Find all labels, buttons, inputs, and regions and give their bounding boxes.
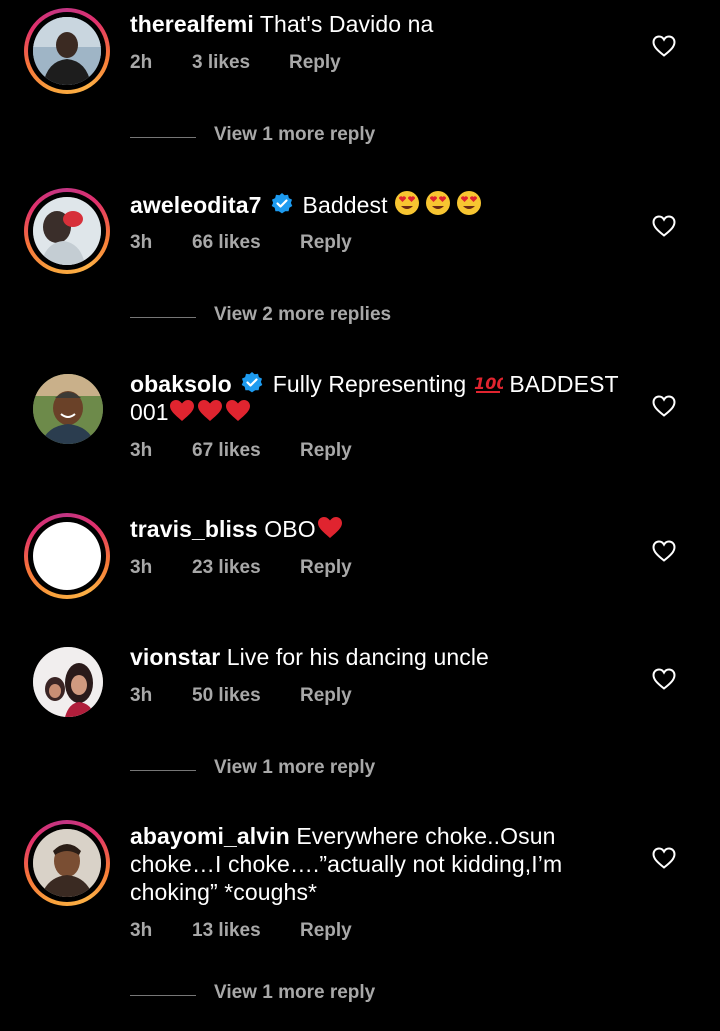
divider — [130, 995, 196, 996]
avatar — [33, 197, 101, 265]
comment-body: Live for his dancing uncle — [226, 644, 489, 670]
story-ring-avatar[interactable] — [24, 820, 110, 906]
username[interactable]: abayomi_alvin — [130, 823, 290, 849]
reply-button[interactable]: Reply — [289, 52, 341, 74]
timestamp: 3h — [130, 232, 153, 253]
timestamp: 3h — [130, 685, 153, 706]
story-ring-avatar[interactable] — [24, 513, 110, 599]
svg-text:100: 100 — [474, 374, 503, 393]
story-ring-avatar[interactable] — [24, 188, 110, 274]
like-heart-icon[interactable] — [652, 847, 676, 869]
comment-body: Baddest — [302, 192, 388, 218]
reply-button[interactable]: Reply — [300, 440, 352, 462]
likes-count[interactable]: 3 likes — [192, 52, 250, 74]
avatar[interactable] — [33, 374, 103, 444]
like-heart-icon[interactable] — [652, 35, 676, 57]
view-more-label: View 1 more reply — [214, 124, 376, 145]
divider — [130, 137, 196, 138]
comment-text-block: aweleodita7 Baddest — [130, 190, 630, 219]
hundred-points-icon: 100 — [474, 374, 503, 393]
timestamp: 3h — [130, 440, 153, 461]
likes-count[interactable]: 66 likes — [192, 232, 261, 254]
timestamp: 2h — [130, 52, 153, 73]
avatar — [33, 829, 101, 897]
avatar — [33, 522, 101, 590]
comment-text-block: travis_bliss OBO — [130, 515, 630, 543]
username[interactable]: vionstar — [130, 644, 220, 670]
username[interactable]: obaksolo — [130, 371, 232, 397]
divider — [130, 770, 196, 771]
like-heart-icon[interactable] — [652, 395, 676, 417]
username[interactable]: therealfemi — [130, 11, 254, 37]
timestamp: 3h — [130, 557, 153, 578]
reply-button[interactable]: Reply — [300, 232, 352, 254]
username[interactable]: travis_bliss — [130, 516, 258, 542]
heart-eyes-emoji-icon — [395, 191, 482, 215]
comment-body-cont: choke…I choke….”actually not kidding,I’m — [130, 851, 563, 877]
comment-body-cont: BADDEST — [509, 371, 619, 397]
like-heart-icon[interactable] — [652, 668, 676, 690]
view-more-replies[interactable]: View 1 more reply — [130, 124, 530, 152]
comment-body: Everywhere choke..Osun — [296, 823, 556, 849]
verified-badge-icon — [241, 372, 263, 393]
like-heart-icon[interactable] — [652, 215, 676, 237]
story-ring-avatar[interactable] — [24, 8, 110, 94]
username[interactable]: aweleodita7 — [130, 192, 262, 218]
comment-text-block: obaksolo Fully Representing 100 BADDEST … — [130, 370, 630, 426]
view-more-label: View 2 more replies — [214, 304, 392, 325]
likes-count[interactable]: 50 likes — [192, 685, 261, 707]
avatar — [33, 17, 101, 85]
timestamp: 3h — [130, 920, 153, 941]
view-more-replies[interactable]: View 1 more reply — [130, 757, 530, 785]
likes-count[interactable]: 23 likes — [192, 557, 261, 579]
divider — [130, 317, 196, 318]
red-heart-icon — [317, 517, 342, 538]
comment-body-cont: 001 — [130, 399, 169, 425]
view-more-label: View 1 more reply — [214, 757, 376, 778]
comment-body: That's Davido na — [259, 11, 434, 37]
comment-text-block: vionstar Live for his dancing uncle — [130, 643, 630, 671]
like-heart-icon[interactable] — [652, 540, 676, 562]
view-more-replies[interactable]: View 2 more replies — [130, 304, 530, 332]
comment-body-cont: choking” *coughs* — [130, 879, 318, 905]
comment-text-block: abayomi_alvin Everywhere choke..Osun cho… — [130, 822, 630, 906]
reply-button[interactable]: Reply — [300, 920, 352, 942]
red-hearts-icon — [169, 400, 250, 421]
reply-button[interactable]: Reply — [300, 557, 352, 579]
comment-body: Fully Representing — [272, 371, 467, 397]
reply-button[interactable]: Reply — [300, 685, 352, 707]
verified-badge-icon — [271, 193, 293, 214]
likes-count[interactable]: 67 likes — [192, 440, 261, 462]
avatar[interactable] — [33, 647, 103, 717]
view-more-replies[interactable]: View 1 more reply — [130, 982, 530, 1010]
likes-count[interactable]: 13 likes — [192, 920, 261, 942]
comment-text-block: therealfemi That's Davido na — [130, 10, 630, 38]
comment-body: OBO — [264, 516, 316, 542]
view-more-label: View 1 more reply — [214, 982, 376, 1003]
